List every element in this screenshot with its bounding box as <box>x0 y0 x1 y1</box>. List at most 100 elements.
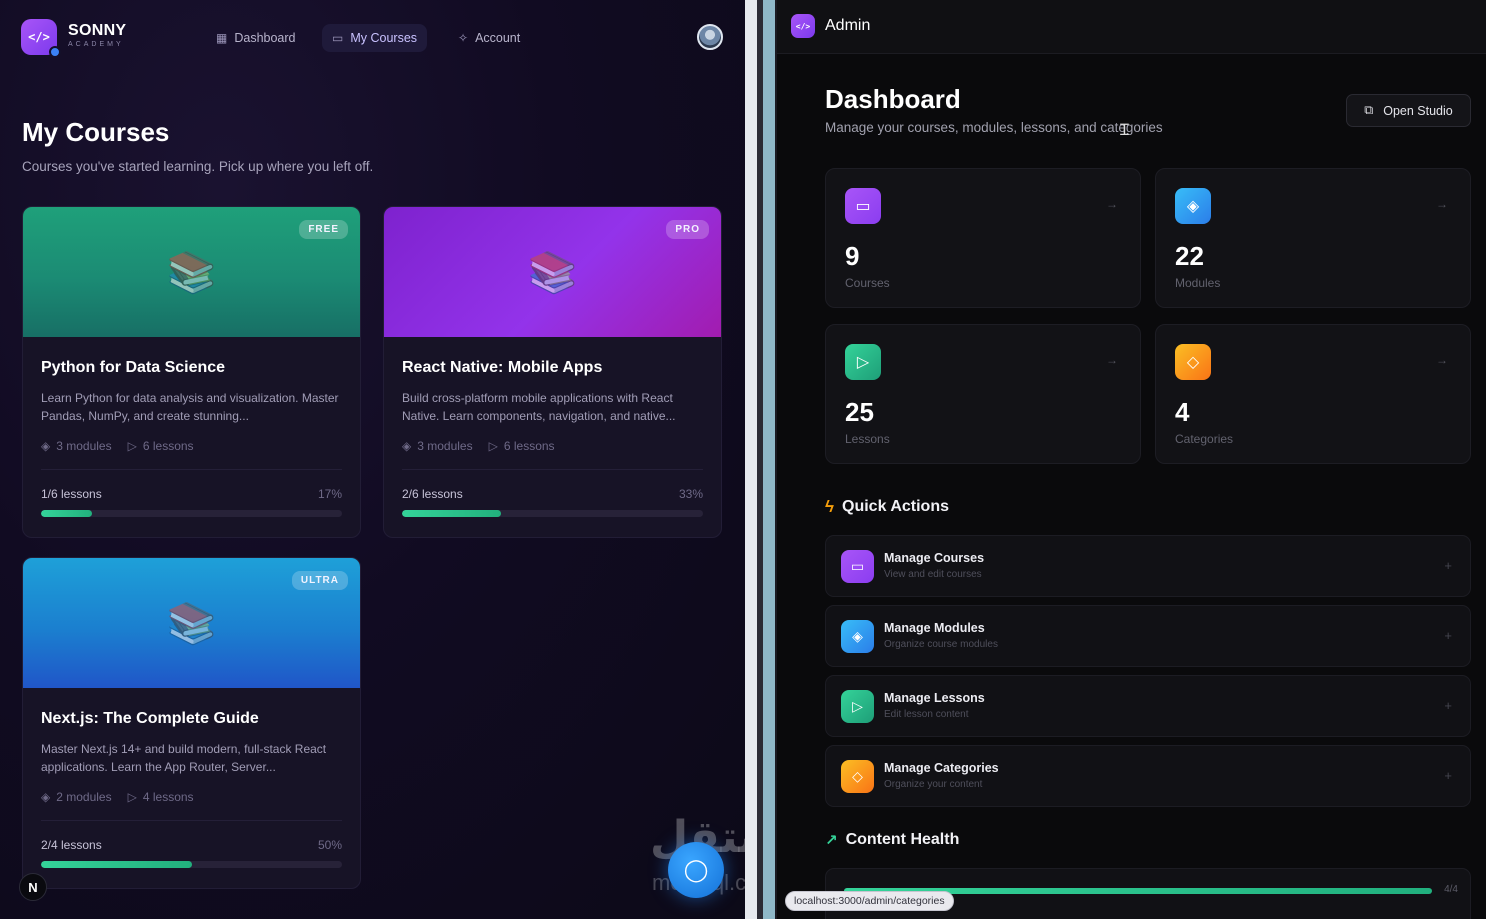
arrow-right-icon: → <box>1106 197 1118 211</box>
course-card[interactable]: 📚 ULTRA Next.js: The Complete Guide Mast… <box>22 557 361 889</box>
admin-header: </> Admin <box>777 0 1486 54</box>
code-icon[interactable]: </> <box>791 14 815 38</box>
arrow-right-icon: → <box>1436 353 1448 367</box>
stat-value: 9 <box>845 241 860 271</box>
layers-icon: ◈ <box>41 790 51 804</box>
divider <box>402 469 703 470</box>
course-meta: ◈ 3 modules ▷ 6 lessons <box>41 439 194 453</box>
nav-label: Dashboard <box>234 31 296 45</box>
status-bar-url: localhost:3000/admin/categories <box>785 891 954 911</box>
stat-value: 22 <box>1175 241 1204 271</box>
stat-card-modules[interactable]: ◈ → 22 Modules <box>1155 168 1471 308</box>
module-count: 3 modules <box>417 439 473 453</box>
window-split-divider[interactable] <box>745 0 777 919</box>
tag-icon: ◇ <box>841 760 874 793</box>
action-title: Manage Courses <box>884 551 985 565</box>
course-meta: ◈ 2 modules ▷ 4 lessons <box>41 790 194 804</box>
layers-icon: ◈ <box>1175 188 1211 224</box>
module-count: 2 modules <box>56 790 112 804</box>
course-card[interactable]: 📚 FREE Python for Data Science Learn Pyt… <box>22 206 361 538</box>
action-subtitle: View and edit courses <box>884 569 982 580</box>
open-studio-label: Open Studio <box>1383 103 1453 118</box>
quick-action-manage-courses[interactable]: ▭ Manage Courses View and edit courses + <box>825 535 1471 597</box>
stat-card-lessons[interactable]: ▷ → 25 Lessons <box>825 324 1141 464</box>
stat-label: Courses <box>845 276 890 290</box>
books-icon: 📚 <box>166 601 217 646</box>
brand-logo[interactable]: </> <box>21 19 61 58</box>
brand-name: SONNY <box>68 22 127 39</box>
chat-bubble-icon: ◯ <box>683 857 709 882</box>
course-meta: ◈ 3 modules ▷ 6 lessons <box>402 439 555 453</box>
open-studio-button[interactable]: ⧉ Open Studio <box>1346 94 1471 127</box>
action-subtitle: Organize course modules <box>884 639 998 650</box>
nav-my-courses[interactable]: ▭ My Courses <box>322 24 428 52</box>
lesson-count: 6 lessons <box>142 439 194 453</box>
stat-value: 25 <box>845 397 874 427</box>
course-banner: 📚 FREE <box>23 207 360 337</box>
book-open-icon: ▭ <box>845 188 881 224</box>
play-circle-icon: ▷ <box>841 690 874 723</box>
trending-up-icon: ↗ <box>825 832 838 849</box>
book-open-icon: ▭ <box>332 31 344 45</box>
stat-label: Categories <box>1175 432 1234 446</box>
action-title: Manage Categories <box>884 761 999 775</box>
course-card[interactable]: 📚 PRO React Native: Mobile Apps Build cr… <box>383 206 722 538</box>
admin-app-pane: </> Admin Dashboard Manage your courses,… <box>777 0 1486 919</box>
quick-action-manage-modules[interactable]: ◈ Manage Modules Organize course modules… <box>825 605 1471 667</box>
progress-label: 2/6 lessons <box>402 487 463 501</box>
tag-icon: ◇ <box>1175 344 1211 380</box>
progress-bar <box>402 510 703 517</box>
stat-value: 4 <box>1175 397 1190 427</box>
nav-dashboard[interactable]: ▦ Dashboard <box>206 24 306 52</box>
action-subtitle: Edit lesson content <box>884 709 969 720</box>
brand[interactable]: SONNY ACADEMY <box>68 22 126 48</box>
text-cursor-icon: Ɪ <box>1120 122 1129 139</box>
student-app-pane: </> SONNY ACADEMY ▦ Dashboard ▭ My Cours… <box>0 0 745 919</box>
content-health-heading: ↗ Content Health <box>825 831 959 849</box>
progress-fill <box>41 510 93 517</box>
quick-action-manage-categories[interactable]: ◇ Manage Categories Organize your conten… <box>825 745 1471 807</box>
progress-fill <box>402 510 502 517</box>
stat-label: Lessons <box>845 432 890 446</box>
top-navigation: </> SONNY ACADEMY ▦ Dashboard ▭ My Cours… <box>0 0 745 76</box>
course-body: React Native: Mobile Apps Build cross-pl… <box>384 337 721 537</box>
book-open-icon: ▭ <box>841 550 874 583</box>
course-body: Next.js: The Complete Guide Master Next.… <box>23 688 360 888</box>
progress-bar <box>41 510 342 517</box>
progress-percent: 50% <box>317 838 342 852</box>
progress-percent: 17% <box>317 487 342 501</box>
course-title: Next.js: The Complete Guide <box>41 710 259 727</box>
course-title: React Native: Mobile Apps <box>402 359 603 376</box>
layers-icon: ◈ <box>841 620 874 653</box>
chat-button[interactable]: ◯ <box>668 842 724 898</box>
quick-action-manage-lessons[interactable]: ▷ Manage Lessons Edit lesson content + <box>825 675 1471 737</box>
play-icon: ▷ <box>127 439 137 453</box>
divider <box>41 820 342 821</box>
nav-label: My Courses <box>350 31 418 45</box>
nextjs-dev-badge[interactable]: N <box>19 873 47 901</box>
play-circle-icon: ▷ <box>845 344 881 380</box>
health-count: 4/4 <box>1444 884 1458 895</box>
logo-status-dot <box>49 46 61 58</box>
course-description: Build cross-platform mobile applications… <box>402 391 676 423</box>
action-title: Manage Modules <box>884 621 985 635</box>
stat-card-courses[interactable]: ▭ → 9 Courses <box>825 168 1141 308</box>
section-title: Content Health <box>845 831 960 848</box>
books-icon: 📚 <box>166 250 217 295</box>
plus-icon: + <box>1444 698 1452 713</box>
course-body: Python for Data Science Learn Python for… <box>23 337 360 537</box>
nav-account[interactable]: ✧ Account <box>448 24 530 52</box>
page-subtitle: Courses you've started learning. Pick up… <box>22 159 374 174</box>
tier-badge: PRO <box>666 220 709 239</box>
progress-percent: 33% <box>678 487 703 501</box>
page-title: My Courses <box>22 117 170 147</box>
stat-label: Modules <box>1175 276 1221 290</box>
grid-icon: ▦ <box>216 31 228 45</box>
lesson-count: 6 lessons <box>503 439 555 453</box>
stat-card-categories[interactable]: ◇ → 4 Categories <box>1155 324 1471 464</box>
sparkles-icon: ✧ <box>458 31 469 45</box>
user-avatar[interactable] <box>697 24 723 50</box>
action-subtitle: Organize your content <box>884 779 983 790</box>
dashboard-subtitle: Manage your courses, modules, lessons, a… <box>825 120 1163 135</box>
play-icon: ▷ <box>488 439 498 453</box>
